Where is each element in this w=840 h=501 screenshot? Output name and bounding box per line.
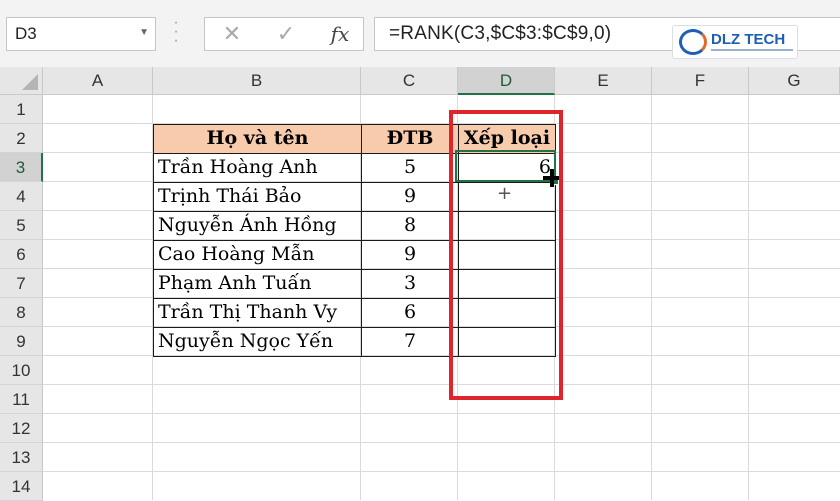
row-header-3[interactable]: 3 — [0, 153, 43, 182]
row-header-12[interactable]: 12 — [0, 414, 43, 443]
formula-buttons: ✕ ✓ fx — [204, 17, 364, 51]
column-header-f[interactable]: F — [652, 67, 749, 95]
select-all-icon — [22, 74, 38, 90]
name-cell[interactable]: Nguyễn Ngọc Yến — [153, 327, 362, 357]
logo-tagline-bar — [711, 49, 793, 51]
row-header-7[interactable]: 7 — [0, 269, 43, 298]
score-cell[interactable]: 9 — [361, 182, 459, 212]
name-cell[interactable]: Trần Thị Thanh Vy — [153, 298, 362, 328]
drag-handle-icon[interactable]: · · · — [172, 15, 180, 49]
score-cell[interactable]: 5 — [361, 153, 459, 183]
header-score-cell[interactable]: ĐTB — [361, 124, 459, 154]
row-header-11[interactable]: 11 — [0, 385, 43, 414]
chevron-down-icon[interactable]: ▼ — [139, 27, 149, 38]
column-header-e[interactable]: E — [555, 67, 652, 95]
score-cell[interactable]: 9 — [361, 240, 459, 270]
enter-icon[interactable]: ✓ — [271, 21, 301, 47]
column-header-d[interactable]: D — [458, 67, 555, 95]
insert-function-icon[interactable]: fx — [325, 21, 355, 47]
logo-mark-icon — [679, 29, 707, 55]
name-box-value: D3 — [15, 24, 37, 43]
column-header-g[interactable]: G — [749, 67, 840, 95]
highlight-box — [449, 110, 563, 400]
name-cell[interactable]: Cao Hoàng Mẫn — [153, 240, 362, 270]
score-cell[interactable]: 7 — [361, 327, 459, 357]
row-header-13[interactable]: 13 — [0, 443, 43, 472]
logo-text: DLZ TECH — [711, 31, 786, 48]
row-header-2[interactable]: 2 — [0, 124, 43, 153]
cancel-icon[interactable]: ✕ — [217, 21, 247, 47]
formula-bar-area: D3 ▼ · · · ✕ ✓ fx =RANK(C3,$C$3:$C$9,0) DL… — [0, 0, 840, 67]
column-header-c[interactable]: C — [361, 67, 458, 95]
row-header-6[interactable]: 6 — [0, 240, 43, 269]
row-header-8[interactable]: 8 — [0, 298, 43, 327]
column-header-b[interactable]: B — [153, 67, 361, 95]
score-cell[interactable]: 8 — [361, 211, 459, 241]
column-header-a[interactable]: A — [43, 67, 153, 95]
name-cell[interactable]: Trần Hoàng Anh — [153, 153, 362, 183]
row-header-9[interactable]: 9 — [0, 327, 43, 356]
header-name-cell[interactable]: Họ và tên — [153, 124, 362, 154]
row-header-5[interactable]: 5 — [0, 211, 43, 240]
name-box[interactable]: D3 ▼ — [6, 17, 156, 51]
dlz-tech-logo: DLZ TECH — [672, 25, 798, 59]
name-cell[interactable]: Nguyễn Ánh Hồng — [153, 211, 362, 241]
score-cell[interactable]: 6 — [361, 298, 459, 328]
row-header-10[interactable]: 10 — [0, 356, 43, 385]
select-all-corner[interactable] — [0, 67, 43, 95]
name-cell[interactable]: Phạm Anh Tuấn — [153, 269, 362, 299]
score-cell[interactable]: 3 — [361, 269, 459, 299]
row-header-4[interactable]: 4 — [0, 182, 43, 211]
formula-text: =RANK(C3,$C$3:$C$9,0) — [389, 23, 612, 44]
name-cell[interactable]: Trịnh Thái Bảo — [153, 182, 362, 212]
row-header-14[interactable]: 14 — [0, 472, 43, 501]
row-header-1[interactable]: 1 — [0, 95, 43, 124]
